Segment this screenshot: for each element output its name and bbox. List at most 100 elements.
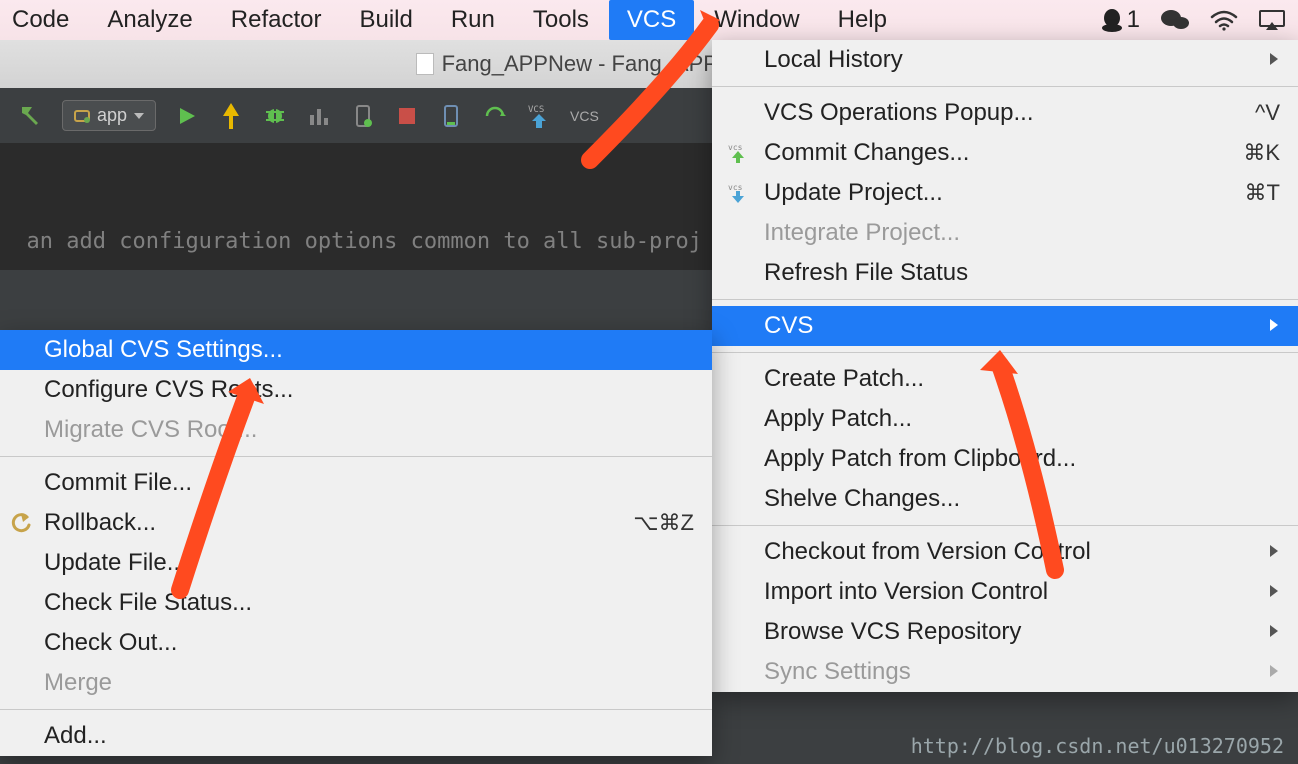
submenu-arrow-icon bbox=[1268, 312, 1280, 340]
menu-item-label: Apply Patch from Clipboard... bbox=[764, 445, 1280, 473]
hammer-icon[interactable] bbox=[18, 103, 44, 129]
menu-item-refactor[interactable]: Refactor bbox=[231, 6, 322, 34]
menu-local-history[interactable]: Local History bbox=[712, 40, 1298, 80]
menu-item-analyze[interactable]: Analyze bbox=[107, 6, 192, 34]
menu-item-label: Import into Version Control bbox=[764, 578, 1268, 606]
run-icon[interactable] bbox=[174, 103, 200, 129]
menu-check-file-status[interactable]: Check File Status... bbox=[0, 583, 712, 623]
profile-icon[interactable] bbox=[306, 103, 332, 129]
revert-icon bbox=[10, 511, 34, 535]
menu-shortcut: ^V bbox=[1255, 100, 1280, 126]
menu-global-cvs-settings[interactable]: Global CVS Settings... bbox=[0, 330, 712, 370]
watermark: http://blog.csdn.net/u013270952 bbox=[911, 734, 1284, 758]
stop-icon[interactable] bbox=[394, 103, 420, 129]
menu-item-label: Checkout from Version Control bbox=[764, 538, 1268, 566]
menu-item-label: Commit Changes... bbox=[764, 139, 1243, 167]
menu-item-label: Rollback... bbox=[44, 509, 633, 537]
menu-merge: Merge bbox=[0, 663, 712, 703]
menu-bar: Code Analyze Refactor Build Run Tools VC… bbox=[0, 0, 1298, 40]
vcs-down-icon[interactable]: VCS bbox=[526, 103, 552, 129]
menu-refresh-file-status[interactable]: Refresh File Status bbox=[712, 253, 1298, 293]
vcs-dropdown-menu: Local History VCS Operations Popup... ^V… bbox=[712, 40, 1298, 692]
submenu-arrow-icon bbox=[1268, 658, 1280, 686]
menu-vcs-operations-popup[interactable]: VCS Operations Popup... ^V bbox=[712, 93, 1298, 133]
menu-item-label: Refresh File Status bbox=[764, 259, 1280, 287]
menu-item-label: Apply Patch... bbox=[764, 405, 1280, 433]
menu-item-label: Update Project... bbox=[764, 179, 1245, 207]
apply-changes-icon[interactable] bbox=[218, 103, 244, 129]
menu-item-help[interactable]: Help bbox=[838, 6, 887, 34]
menu-item-label: Integrate Project... bbox=[764, 219, 1280, 247]
svg-text:VCS: VCS bbox=[528, 105, 544, 115]
status-icons: 1 bbox=[1099, 6, 1286, 34]
vcs-dropdown-button[interactable]: VCS bbox=[570, 108, 599, 124]
menu-create-patch[interactable]: Create Patch... bbox=[712, 359, 1298, 399]
menu-item-label: CVS bbox=[764, 312, 1268, 340]
menu-check-out[interactable]: Check Out... bbox=[0, 623, 712, 663]
menu-item-window[interactable]: Window bbox=[714, 6, 799, 34]
submenu-arrow-icon bbox=[1268, 578, 1280, 606]
wifi-icon[interactable] bbox=[1210, 9, 1238, 31]
run-config-label: app bbox=[97, 105, 127, 126]
menu-item-label: Global CVS Settings... bbox=[44, 336, 694, 364]
commit-up-icon: vcs bbox=[726, 141, 750, 165]
menu-shortcut: ⌘K bbox=[1243, 140, 1280, 166]
menu-item-label: Check File Status... bbox=[44, 589, 694, 617]
menu-item-label: Migrate CVS Root... bbox=[44, 416, 694, 444]
menu-item-label: Commit File... bbox=[44, 469, 694, 497]
submenu-arrow-icon bbox=[1268, 46, 1280, 74]
menu-shortcut: ⌥⌘Z bbox=[633, 510, 694, 536]
submenu-arrow-icon bbox=[1268, 618, 1280, 646]
chevron-down-icon bbox=[133, 110, 145, 122]
menu-item-label: Add... bbox=[44, 722, 694, 750]
menu-configure-cvs-roots[interactable]: Configure CVS Roots... bbox=[0, 370, 712, 410]
menu-item-label: Update File... bbox=[44, 549, 694, 577]
svg-text:vcs: vcs bbox=[728, 143, 743, 152]
wechat-icon[interactable] bbox=[1160, 7, 1190, 33]
menu-apply-patch[interactable]: Apply Patch... bbox=[712, 399, 1298, 439]
menu-integrate-project: Integrate Project... bbox=[712, 213, 1298, 253]
menu-item-vcs[interactable]: VCS bbox=[609, 0, 694, 40]
avd-icon[interactable] bbox=[438, 103, 464, 129]
menu-browse-vcs-repo[interactable]: Browse VCS Repository bbox=[712, 612, 1298, 652]
menu-item-code[interactable]: Code bbox=[12, 6, 69, 34]
menu-item-label: Sync Settings bbox=[764, 658, 1268, 686]
menu-migrate-cvs-root: Migrate CVS Root... bbox=[0, 410, 712, 450]
airplay-icon[interactable] bbox=[1258, 9, 1286, 31]
menu-shelve-changes[interactable]: Shelve Changes... bbox=[712, 479, 1298, 519]
cvs-submenu: Global CVS Settings... Configure CVS Roo… bbox=[0, 330, 712, 756]
menu-item-run[interactable]: Run bbox=[451, 6, 495, 34]
update-down-icon: vcs bbox=[726, 181, 750, 205]
menu-item-label: Merge bbox=[44, 669, 694, 697]
attach-debugger-icon[interactable] bbox=[350, 103, 376, 129]
menu-checkout[interactable]: Checkout from Version Control bbox=[712, 532, 1298, 572]
qq-icon[interactable]: 1 bbox=[1099, 6, 1140, 34]
svg-text:vcs: vcs bbox=[728, 183, 743, 192]
menu-commit-file[interactable]: Commit File... bbox=[0, 463, 712, 503]
menu-sync-settings: Sync Settings bbox=[712, 652, 1298, 692]
run-config-dropdown[interactable]: app bbox=[62, 100, 156, 131]
menu-add[interactable]: Add... bbox=[0, 716, 712, 756]
menu-rollback[interactable]: Rollback... ⌥⌘Z bbox=[0, 503, 712, 543]
menu-item-label: Local History bbox=[764, 46, 1268, 74]
module-icon bbox=[73, 107, 91, 125]
menu-commit-changes[interactable]: vcs Commit Changes... ⌘K bbox=[712, 133, 1298, 173]
editor-hint-text: an add configuration options common to a… bbox=[27, 229, 703, 254]
menu-item-label: Check Out... bbox=[44, 629, 694, 657]
sync-icon[interactable] bbox=[482, 103, 508, 129]
status-count: 1 bbox=[1127, 6, 1140, 34]
menu-item-label: Browse VCS Repository bbox=[764, 618, 1268, 646]
debug-icon[interactable] bbox=[262, 103, 288, 129]
vcs-label: VCS bbox=[570, 108, 599, 124]
submenu-arrow-icon bbox=[1268, 538, 1280, 566]
menu-update-file[interactable]: Update File... bbox=[0, 543, 712, 583]
menu-import-vcs[interactable]: Import into Version Control bbox=[712, 572, 1298, 612]
menu-update-project[interactable]: vcs Update Project... ⌘T bbox=[712, 173, 1298, 213]
menu-cvs[interactable]: CVS bbox=[712, 306, 1298, 346]
menu-shortcut: ⌘T bbox=[1245, 180, 1280, 206]
menu-apply-patch-clipboard[interactable]: Apply Patch from Clipboard... bbox=[712, 439, 1298, 479]
menu-item-build[interactable]: Build bbox=[359, 6, 412, 34]
menu-item-label: VCS Operations Popup... bbox=[764, 99, 1255, 127]
menu-item-tools[interactable]: Tools bbox=[533, 6, 589, 34]
menu-item-label: Configure CVS Roots... bbox=[44, 376, 694, 404]
